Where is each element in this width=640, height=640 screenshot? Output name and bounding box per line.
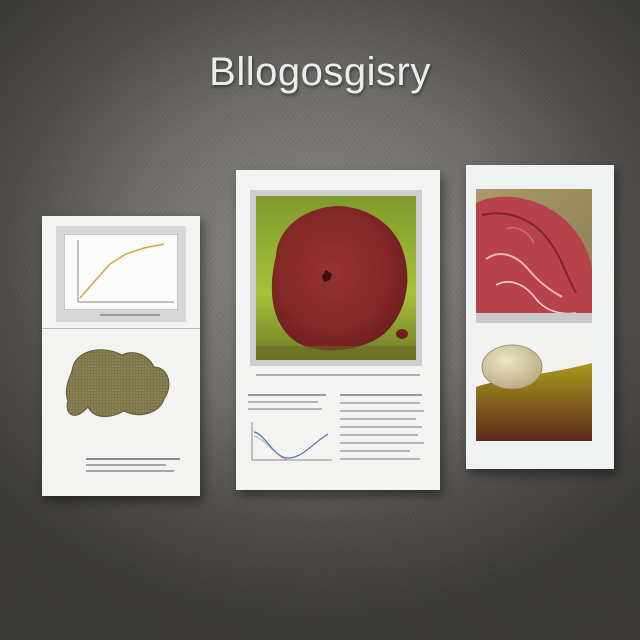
text-line — [248, 401, 318, 403]
text-line — [248, 408, 322, 410]
text-line — [340, 418, 416, 420]
text-line — [340, 426, 422, 428]
red-cell-icon — [256, 196, 416, 360]
image-caption-line — [256, 374, 420, 376]
poster-right — [466, 165, 614, 469]
poster-center — [236, 170, 440, 490]
text-line — [340, 442, 424, 444]
caption-line — [86, 470, 174, 472]
seed-image-icon — [476, 333, 592, 441]
text-line — [340, 434, 418, 436]
organ-blob-icon — [65, 349, 170, 417]
text-line — [340, 458, 420, 460]
line-graph-icon — [64, 234, 178, 310]
poster-left — [42, 216, 200, 496]
text-line — [340, 410, 424, 412]
text-line — [340, 402, 420, 404]
tissue-image-icon — [476, 189, 592, 323]
page-title: Bllogosgisry — [209, 50, 431, 94]
text-line — [340, 450, 410, 452]
text-line — [248, 394, 326, 396]
curve-graph-icon — [251, 422, 332, 461]
caption-line — [86, 464, 166, 466]
text-line — [340, 394, 422, 396]
graph-caption-line — [100, 314, 160, 316]
divider — [42, 328, 200, 329]
caption-line — [86, 458, 180, 460]
